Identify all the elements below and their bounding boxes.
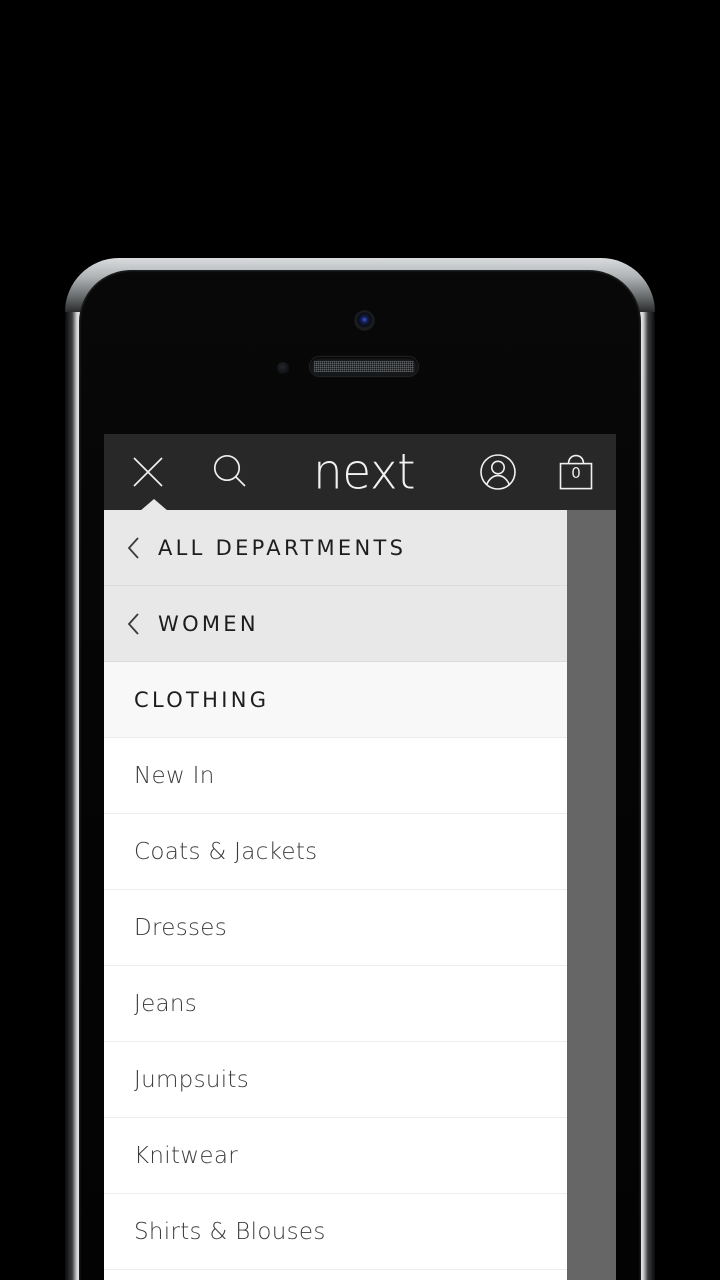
bag-item-count: 0 (571, 464, 581, 482)
front-camera-icon (356, 312, 373, 329)
section-header-clothing: CLOTHING (104, 662, 567, 738)
women-label: WOMEN (158, 611, 259, 636)
search-button[interactable] (192, 434, 268, 510)
list-item[interactable]: Jumpsuits (104, 1042, 567, 1118)
brand-logo-text: next (312, 443, 416, 501)
list-item-label: Dresses (134, 914, 228, 941)
list-item[interactable]: Jeans (104, 966, 567, 1042)
app-header-bar: next 0 (104, 434, 616, 510)
sidebar-item-all-departments[interactable]: ALL DEPARTMENTS (104, 510, 567, 586)
list-item-label: Shirts & Blouses (134, 1218, 326, 1245)
list-item-label: Jumpsuits (134, 1066, 250, 1093)
page-dim-overlay[interactable] (567, 510, 616, 1280)
account-icon (480, 454, 516, 490)
phone-screen: next 0 ALL DEPARTMENTS WOMEN CLOTHING Ne… (104, 434, 616, 1280)
section-header-label: CLOTHING (134, 687, 270, 712)
shopping-bag-button[interactable]: 0 (536, 434, 616, 510)
earpiece-speaker-icon (310, 357, 418, 376)
navigation-drawer: ALL DEPARTMENTS WOMEN CLOTHING New In Co… (104, 499, 567, 1280)
account-button[interactable] (460, 434, 536, 510)
list-item[interactable]: New In (104, 738, 567, 814)
close-icon (133, 457, 163, 487)
list-item-label: Coats & Jackets (134, 838, 318, 865)
list-item[interactable]: Coats & Jackets (104, 814, 567, 890)
search-icon (213, 454, 246, 487)
list-item-label: New In (134, 762, 215, 789)
drawer-caret-icon (140, 499, 168, 511)
screenshot-stage: next 0 ALL DEPARTMENTS WOMEN CLOTHING Ne… (0, 0, 720, 1280)
list-item-label: Knitwear (134, 1142, 238, 1169)
list-item[interactable]: Dresses (104, 890, 567, 966)
proximity-sensor-icon (277, 362, 289, 374)
list-item-label: Jeans (134, 990, 198, 1017)
all-departments-label: ALL DEPARTMENTS (158, 535, 407, 560)
chevron-left-icon (104, 609, 158, 639)
chevron-left-icon (104, 533, 158, 563)
list-item[interactable]: Knitwear (104, 1118, 567, 1194)
list-item[interactable]: Shirts & Blouses (104, 1194, 567, 1270)
brand-logo[interactable]: next (268, 434, 460, 510)
sidebar-item-women[interactable]: WOMEN (104, 586, 567, 662)
